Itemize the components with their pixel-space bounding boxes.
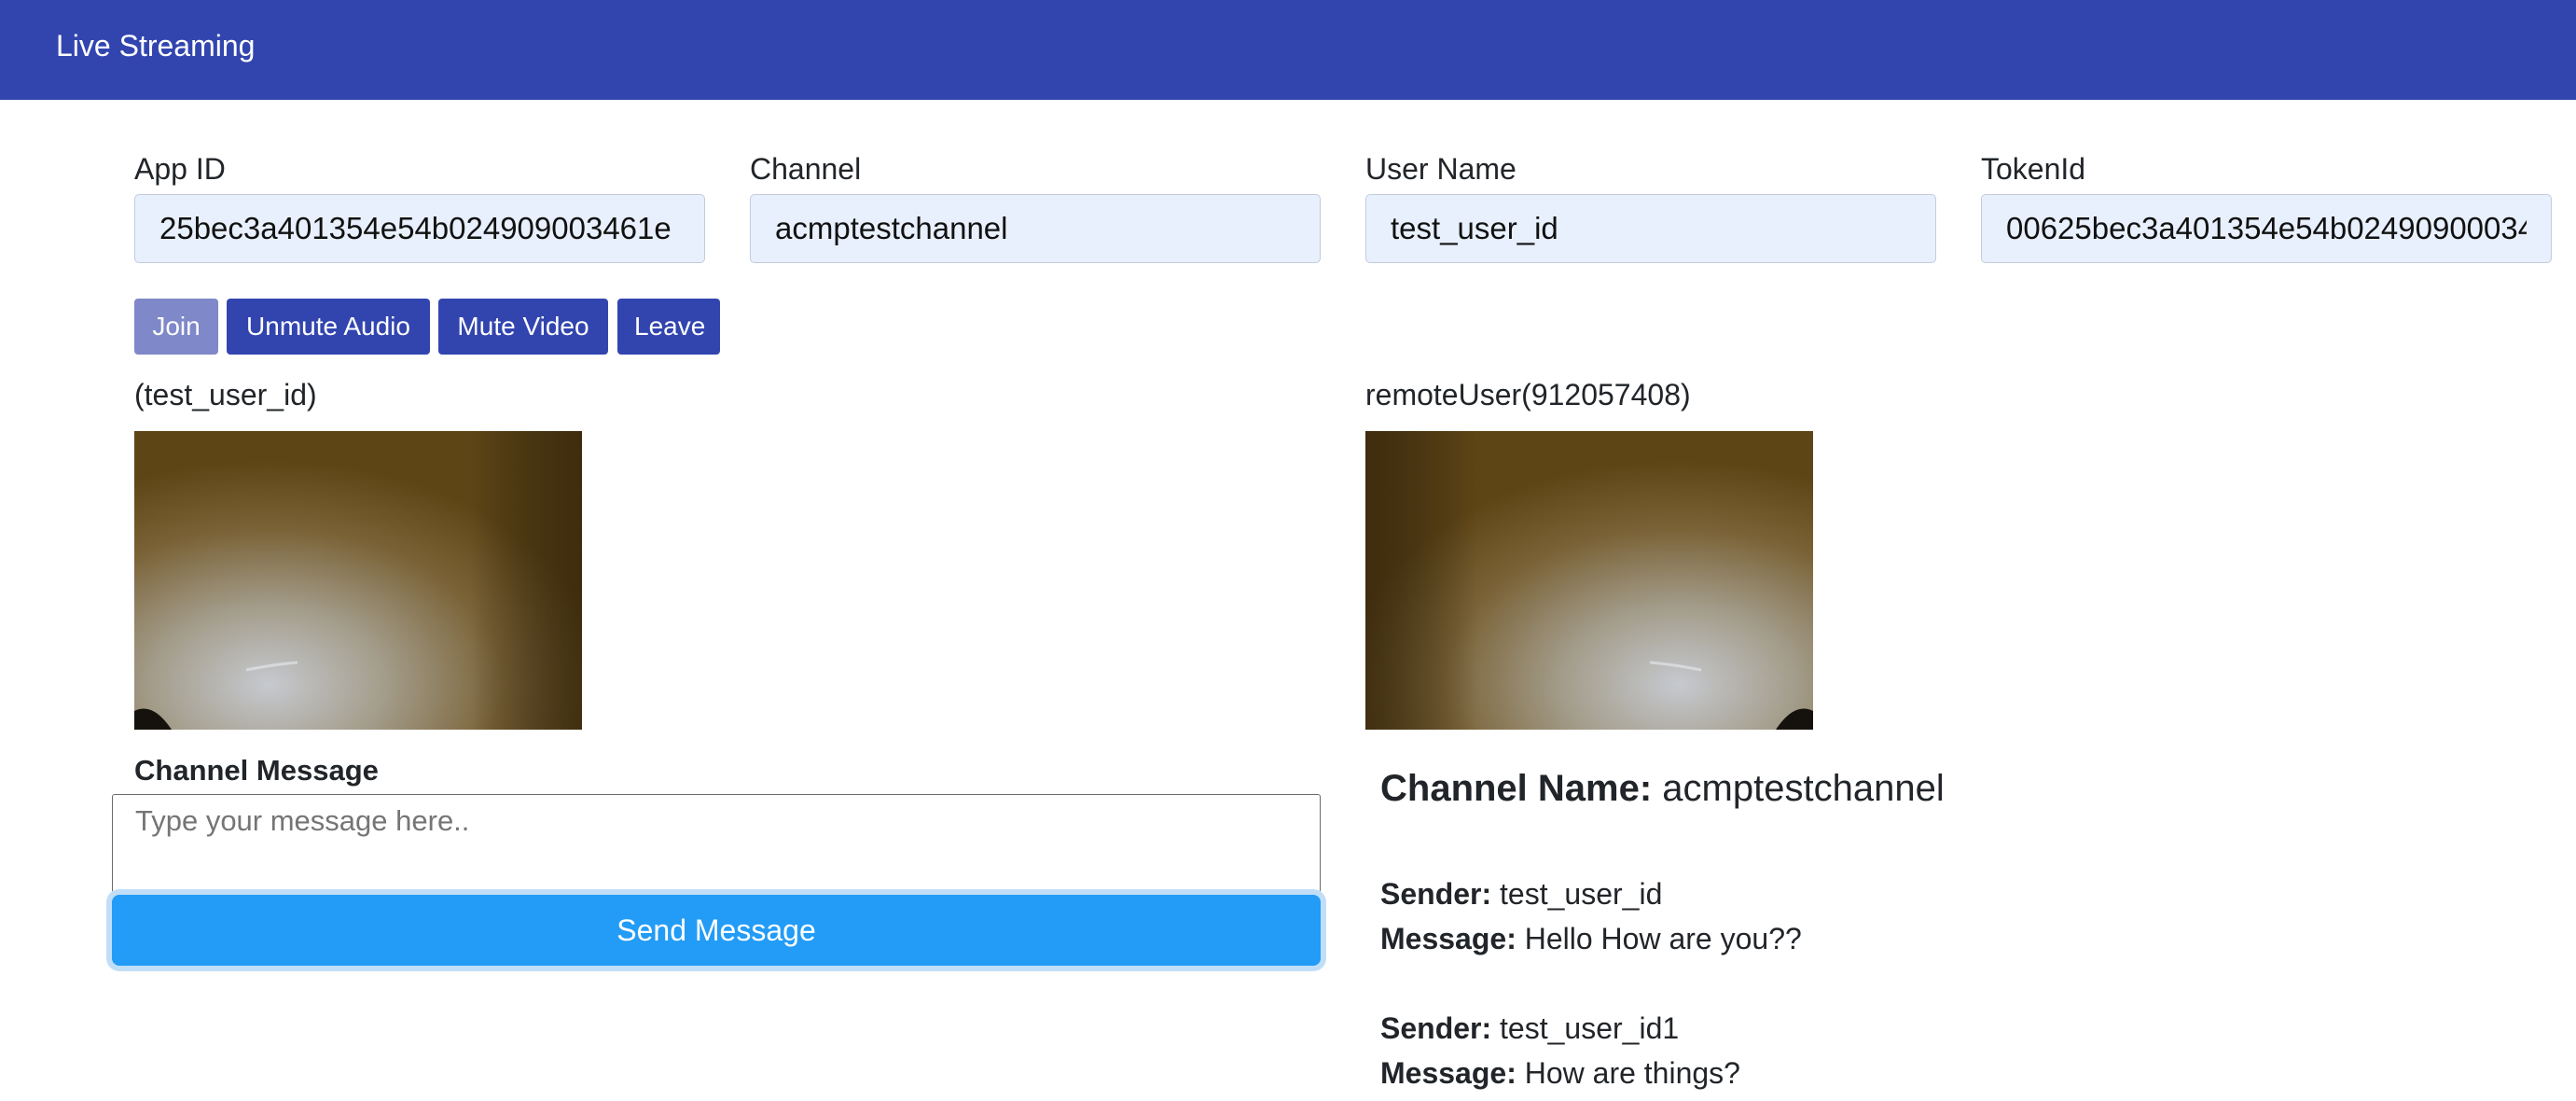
channel-name-value: acmptestchannel: [1662, 768, 1945, 809]
join-button[interactable]: Join: [134, 299, 218, 355]
message-label: Message:: [1380, 1056, 1517, 1090]
app-id-input[interactable]: [134, 194, 705, 263]
remote-user-label: remoteUser(912057408): [1365, 378, 1691, 411]
log-sender-row: Sender: test_user_id: [1380, 873, 1662, 914]
token-id-input[interactable]: [1981, 194, 2552, 263]
message-label: Message:: [1380, 922, 1517, 955]
message-value: Hello How are you??: [1524, 922, 1802, 955]
sender-value: test_user_id: [1500, 877, 1663, 911]
user-name-label: User Name: [1365, 152, 1517, 186]
local-video: [134, 431, 582, 730]
channel-name-heading: Channel Name: acmptestchannel: [1380, 764, 1945, 813]
token-id-label: TokenId: [1981, 152, 2086, 186]
remote-video: [1365, 431, 1813, 730]
log-sender-row: Sender: test_user_id1: [1380, 1008, 1679, 1049]
send-message-button[interactable]: Send Message: [112, 895, 1321, 966]
channel-message-label: Channel Message: [134, 754, 379, 787]
leave-button[interactable]: Leave: [617, 299, 720, 355]
sender-label: Sender:: [1380, 1011, 1492, 1045]
log-message-row: Message: How are things?: [1380, 1052, 1740, 1094]
channel-name-label: Channel Name:: [1380, 768, 1653, 809]
app-id-label: App ID: [134, 152, 226, 186]
local-video-frame: [134, 431, 582, 730]
user-name-input[interactable]: [1365, 194, 1936, 263]
sender-label: Sender:: [1380, 877, 1492, 911]
local-user-label: (test_user_id): [134, 378, 317, 411]
message-value: How are things?: [1524, 1056, 1740, 1090]
channel-label: Channel: [750, 152, 862, 186]
sender-value: test_user_id1: [1500, 1011, 1680, 1045]
log-message-row: Message: Hello How are you??: [1380, 918, 1802, 959]
app-title: Live Streaming: [56, 29, 256, 63]
app-bar: Live Streaming: [0, 0, 2576, 100]
mute-video-button[interactable]: Mute Video: [438, 299, 608, 355]
channel-input[interactable]: [750, 194, 1321, 263]
message-input[interactable]: [112, 794, 1321, 893]
unmute-audio-button[interactable]: Unmute Audio: [227, 299, 430, 355]
remote-video-frame: [1365, 431, 1813, 730]
